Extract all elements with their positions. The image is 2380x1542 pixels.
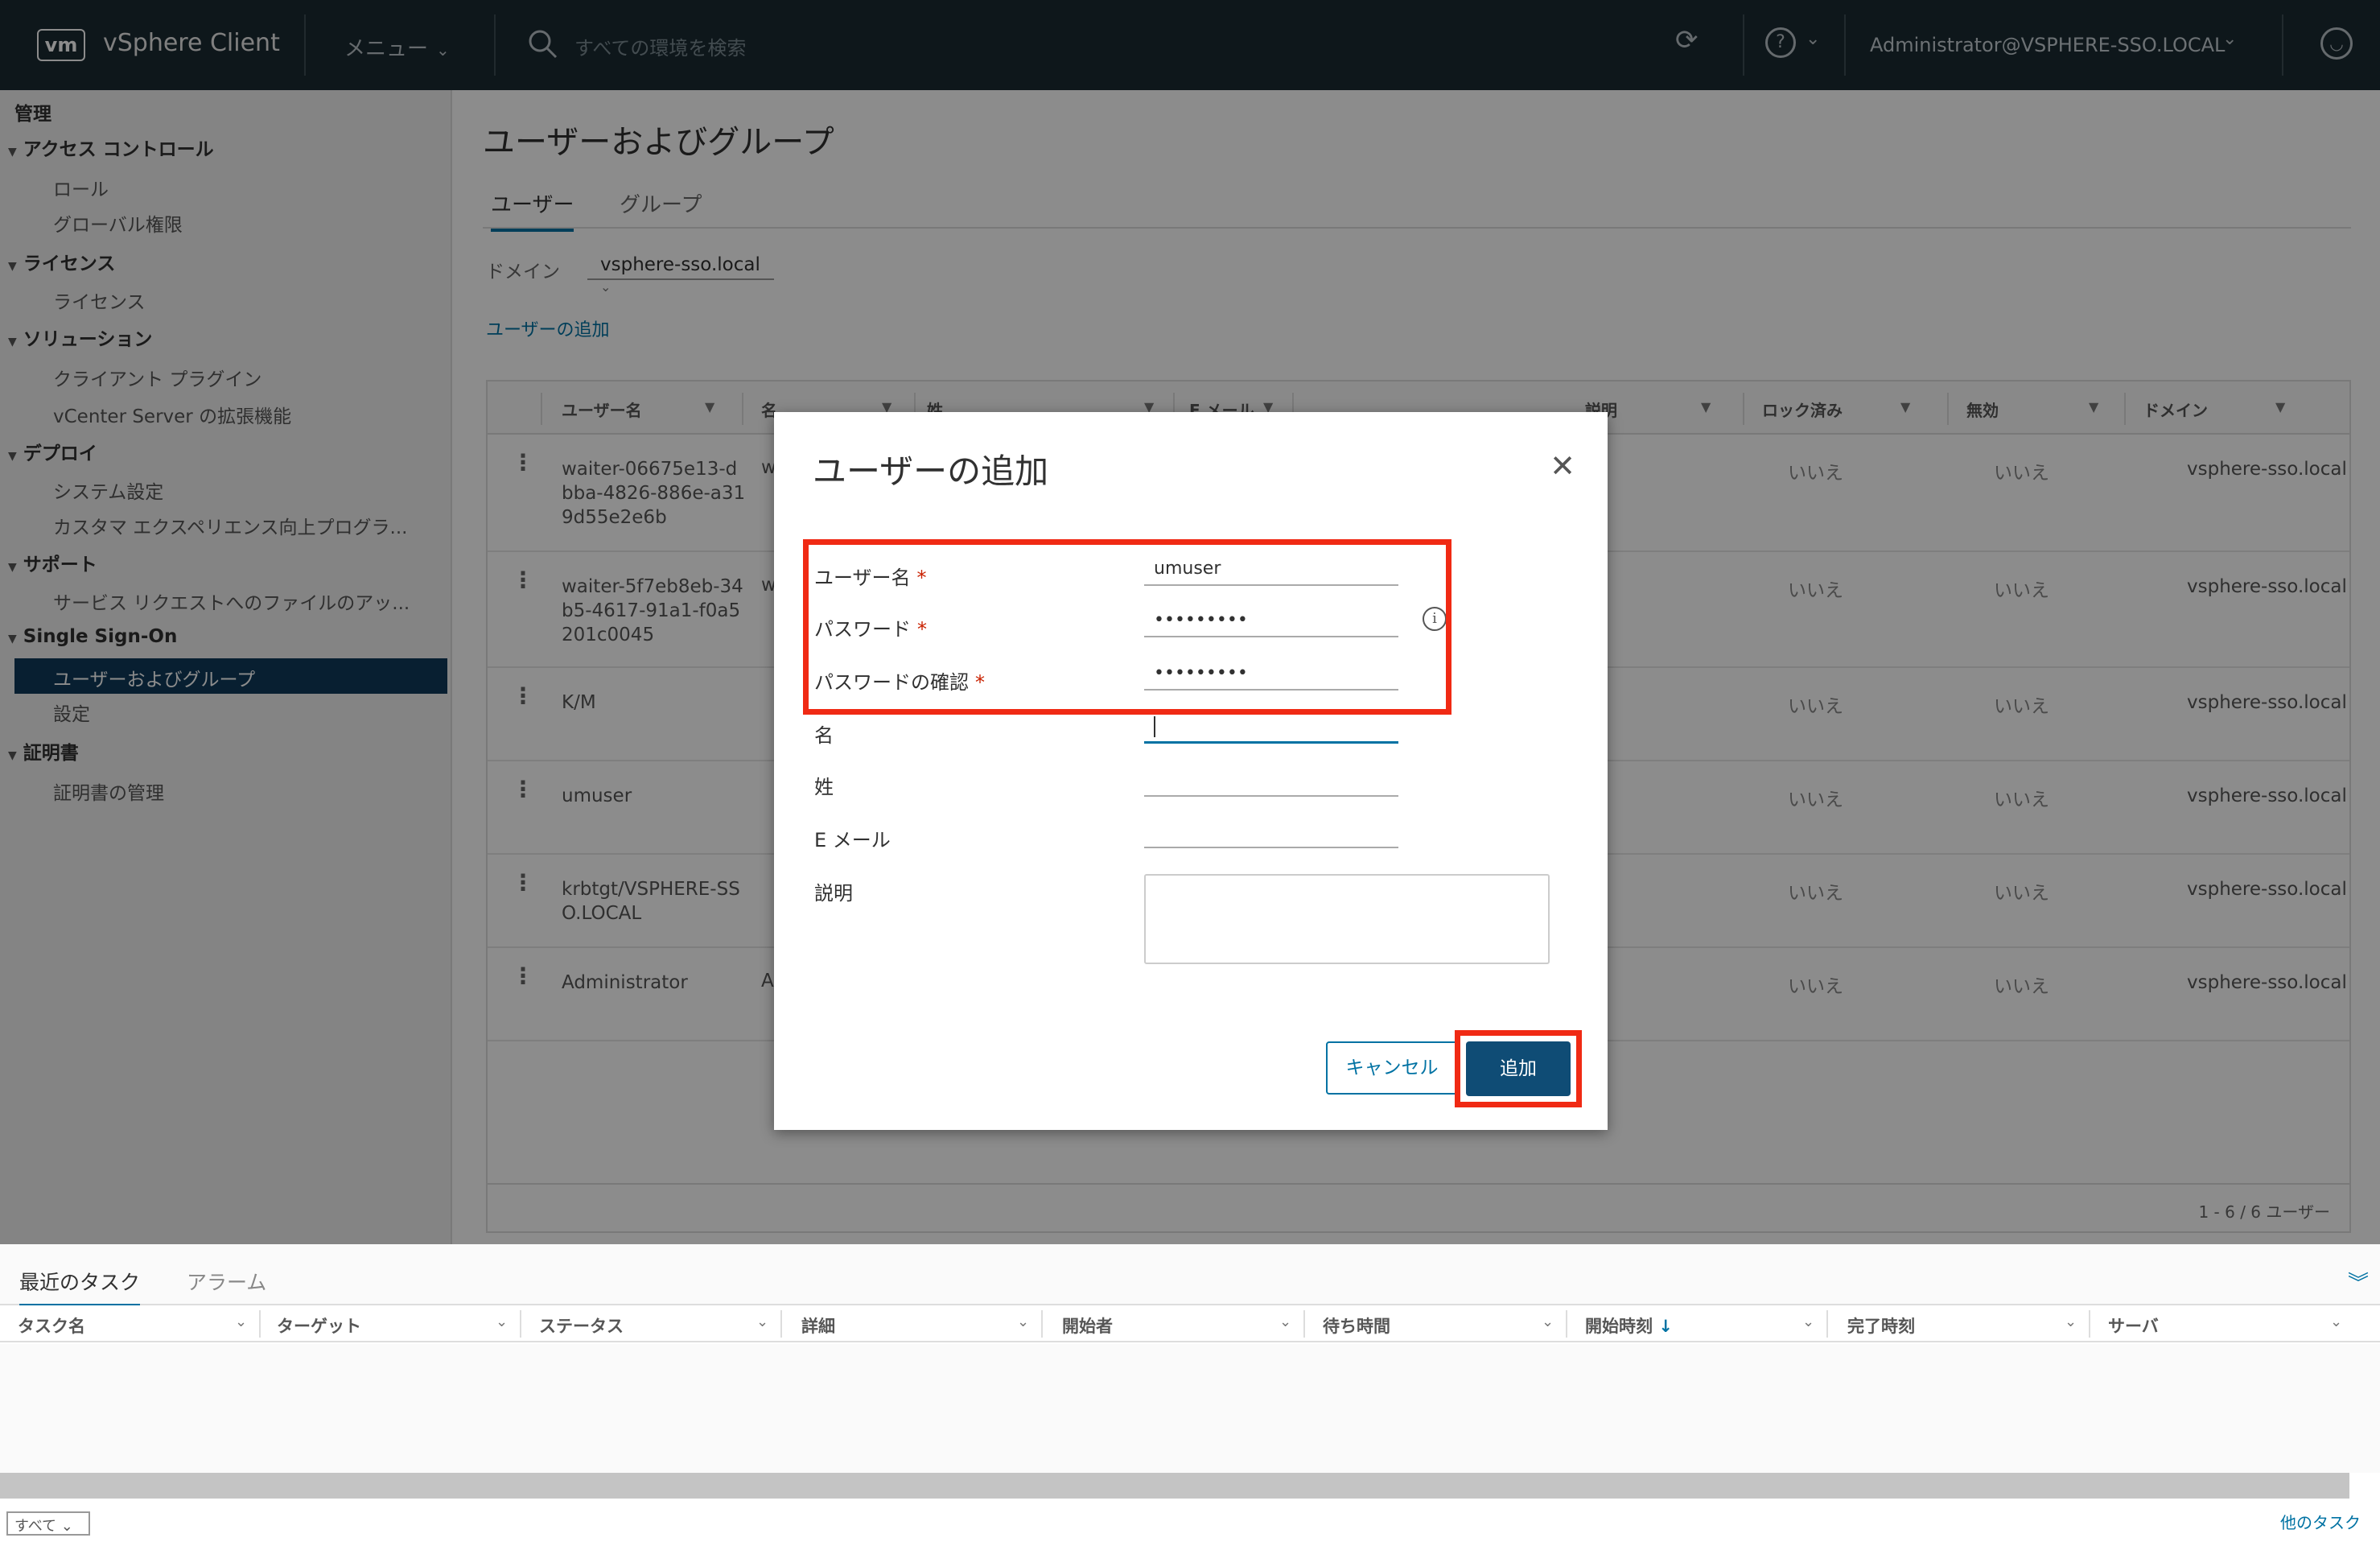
chevron-down-icon[interactable]: ⌄	[1802, 1313, 1814, 1330]
chevron-down-icon[interactable]: ⌄	[756, 1313, 768, 1330]
column-status[interactable]: ステータス	[539, 1313, 624, 1338]
chevron-down-icon[interactable]: ⌄	[1017, 1313, 1029, 1330]
column-queued-for[interactable]: 待ち時間	[1323, 1313, 1390, 1338]
sort-arrow-icon: ↓	[1658, 1317, 1673, 1336]
task-filter-select[interactable]: すべて ⌄	[6, 1511, 90, 1536]
collapse-icon[interactable]: ︾	[2348, 1267, 2369, 1297]
cancel-button[interactable]: キャンセル	[1326, 1041, 1458, 1095]
column-target[interactable]: ターゲット	[277, 1313, 361, 1338]
description-label: 説明	[814, 882, 853, 905]
column-completion-time[interactable]: 完了時刻	[1847, 1313, 1915, 1338]
horizontal-scrollbar[interactable]	[0, 1473, 2349, 1499]
dialog-title: ユーザーの追加	[813, 451, 1049, 491]
chevron-down-icon[interactable]: ⌄	[1542, 1313, 1554, 1330]
last-name-field[interactable]	[1144, 765, 1398, 797]
column-start-time[interactable]: 開始時刻 ↓	[1585, 1313, 1673, 1338]
email-field[interactable]	[1144, 816, 1398, 848]
highlight-box	[1455, 1030, 1582, 1107]
tasks-tabs: 最近のタスク アラーム ︾	[0, 1244, 2380, 1308]
chevron-down-icon[interactable]: ⌄	[1279, 1313, 1291, 1330]
column-task-name[interactable]: タスク名	[18, 1313, 85, 1338]
first-name-field[interactable]	[1144, 711, 1398, 744]
highlight-box	[803, 539, 1451, 715]
add-user-dialog: ユーザーの追加 ✕ ユーザー名 * umuser パスワード * •••••••••…	[774, 412, 1608, 1130]
text-cursor	[1154, 716, 1155, 737]
more-tasks-link[interactable]: 他のタスク	[2280, 1510, 2361, 1533]
tasks-empty-area	[0, 1344, 2380, 1473]
tab-recent-tasks[interactable]: 最近のタスク	[19, 1267, 141, 1308]
tasks-table-header: タスク名 ⌄ ターゲット ⌄ ステータス ⌄ 詳細 ⌄ 開始者 ⌄ 待ち時間 ⌄…	[0, 1305, 2380, 1342]
column-server[interactable]: サーバ	[2108, 1313, 2159, 1338]
tasks-footer	[0, 1499, 2380, 1542]
column-details[interactable]: 詳細	[801, 1313, 835, 1338]
tasks-panel: 最近のタスク アラーム ︾ タスク名 ⌄ ターゲット ⌄ ステータス ⌄ 詳細 …	[0, 1244, 2380, 1542]
chevron-down-icon[interactable]: ⌄	[2330, 1313, 2342, 1330]
close-icon[interactable]: ✕	[1550, 451, 1575, 481]
chevron-down-icon[interactable]: ⌄	[496, 1313, 508, 1330]
last-name-label: 姓	[814, 776, 834, 798]
description-textarea[interactable]	[1144, 874, 1550, 964]
chevron-down-icon[interactable]: ⌄	[2065, 1313, 2077, 1330]
first-name-label: 名	[814, 724, 834, 747]
chevron-down-icon[interactable]: ⌄	[235, 1313, 247, 1330]
modal-backdrop	[0, 0, 2380, 90]
chevron-down-icon: ⌄	[60, 1518, 73, 1535]
email-label: E メール	[814, 829, 891, 851]
tab-alarms[interactable]: アラーム	[187, 1267, 266, 1296]
column-initiator[interactable]: 開始者	[1062, 1313, 1113, 1338]
